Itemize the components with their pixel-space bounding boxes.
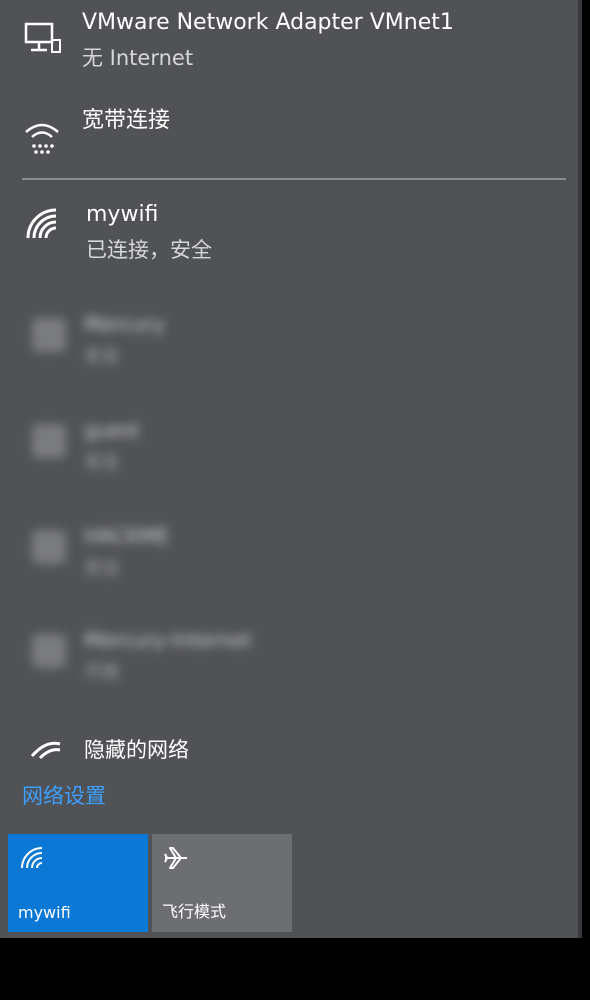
network-flyout: VMware Network Adapter VMnet1 无 Internet…: [0, 0, 582, 938]
network-item-blurred[interactable]: Mercury 安全: [22, 298, 342, 388]
wifi-toggle-tile[interactable]: mywifi: [8, 834, 148, 932]
hidden-network-label: 隐藏的网络: [84, 738, 189, 762]
dialup-icon: [25, 123, 59, 154]
network-status: 安全: [84, 346, 120, 367]
airplane-icon: [164, 847, 187, 869]
network-item-blurred[interactable]: HACKME 安全: [22, 510, 342, 600]
airplane-mode-tile[interactable]: 飞行模式: [152, 834, 292, 932]
network-name: 宽带连接: [82, 108, 171, 133]
wifi-icon: [26, 208, 57, 239]
airplane-tile-label: 飞行模式: [162, 902, 227, 921]
network-status: 安全: [84, 558, 120, 579]
wifi-open-icon: [32, 634, 66, 668]
network-item-blurred[interactable]: guest 安全: [22, 404, 342, 494]
network-settings-link[interactable]: 网络设置: [22, 780, 106, 810]
network-name: VMware Network Adapter VMnet1: [82, 10, 454, 35]
network-item-hidden[interactable]: 隐藏的网络: [0, 728, 560, 768]
wifi-icon: [21, 847, 43, 869]
network-item-broadband[interactable]: 宽带连接: [0, 90, 560, 160]
wifi-tile-label: mywifi: [18, 903, 71, 922]
wifi-icon: [32, 424, 66, 458]
network-status: 安全: [84, 452, 120, 473]
network-name: Mercury: [84, 312, 166, 336]
network-name: HACKME: [84, 524, 170, 548]
network-status: 已连接，安全: [86, 238, 212, 262]
wifi-icon: [32, 530, 66, 564]
network-status: 无 Internet: [82, 46, 194, 70]
network-name: Mercury-Internet: [84, 628, 252, 652]
network-item-blurred[interactable]: Mercury-Internet 开放: [22, 614, 342, 704]
monitor-network-icon: [24, 22, 61, 53]
wifi-hidden-icon: [30, 741, 61, 760]
network-status: 开放: [84, 662, 120, 683]
taskbar-area: [0, 938, 590, 1000]
network-item-mywifi[interactable]: mywifi 已连接，安全: [0, 196, 560, 276]
divider: [22, 178, 566, 180]
wifi-icon: [32, 318, 66, 352]
network-item-vmnet1[interactable]: VMware Network Adapter VMnet1 无 Internet: [0, 0, 560, 80]
network-name: mywifi: [86, 202, 159, 227]
network-name: guest: [84, 418, 140, 442]
